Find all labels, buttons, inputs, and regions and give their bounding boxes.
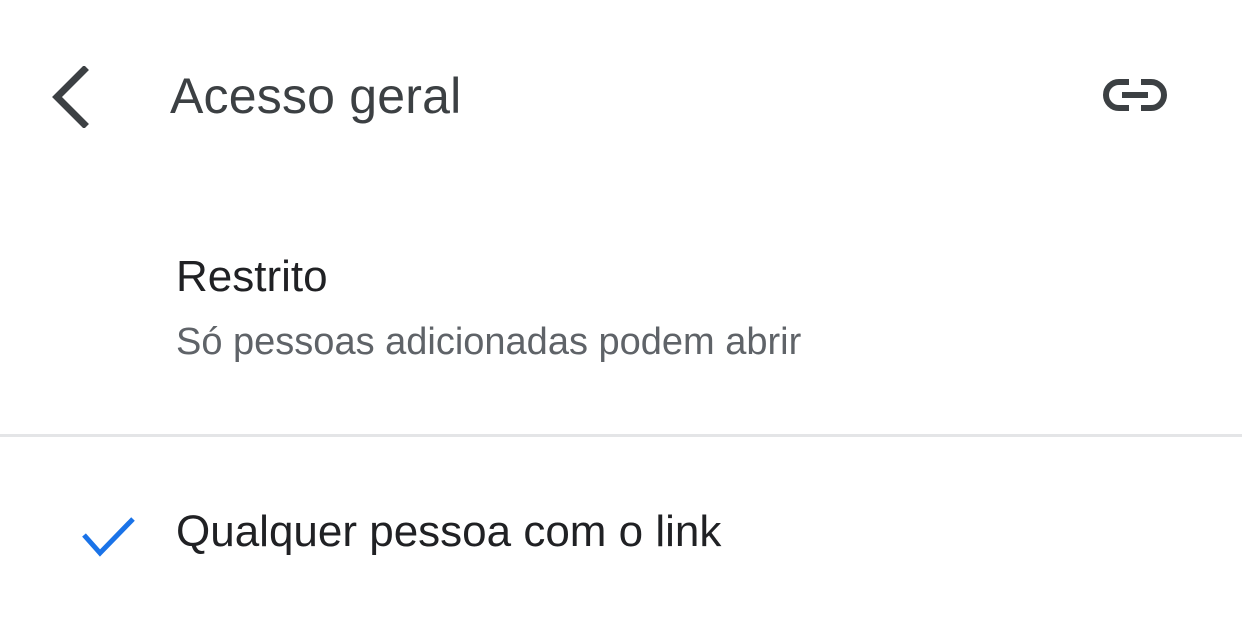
back-button[interactable]: [50, 52, 130, 142]
option-subtitle: Só pessoas adicionadas podem abrir: [176, 321, 802, 363]
option-restricted[interactable]: Restrito Só pessoas adicionadas podem ab…: [0, 220, 1242, 434]
option-title: Qualquer pessoa com o link: [176, 507, 722, 556]
check-icon: [80, 515, 138, 561]
option-anyone-with-link[interactable]: Qualquer pessoa com o link: [0, 437, 1242, 644]
page-title: Acesso geral: [170, 68, 462, 124]
copy-link-button[interactable]: [1090, 60, 1180, 134]
top-app-bar: Acesso geral: [0, 0, 1242, 190]
chevron-left-icon: [50, 66, 90, 128]
link-icon: [1103, 77, 1167, 118]
option-title: Restrito: [176, 252, 328, 301]
general-access-screen: Acesso geral Restrito Só pessoas adicion…: [0, 0, 1242, 644]
